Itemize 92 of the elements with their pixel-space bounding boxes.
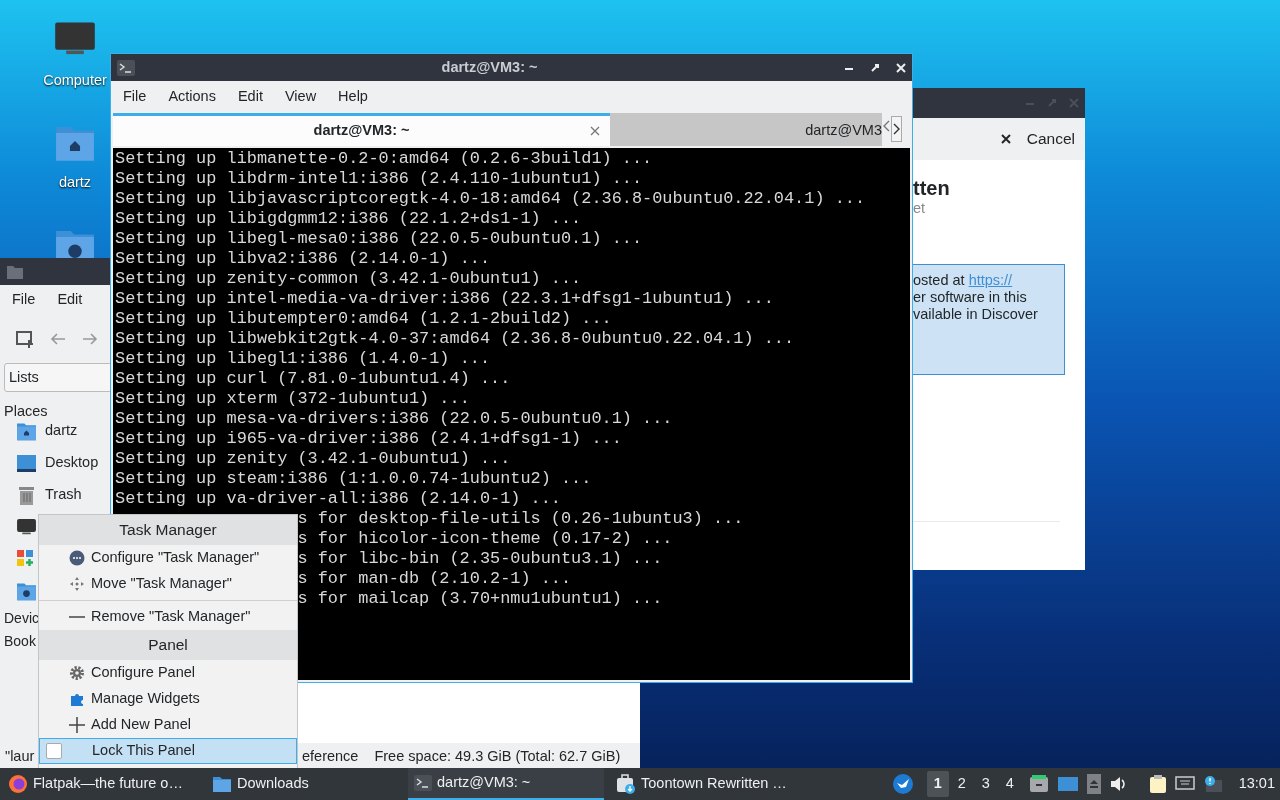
plus-icon (69, 717, 85, 733)
taskbar-task[interactable]: dartz@VM3: ~ (408, 768, 604, 800)
terminal-icon (117, 59, 135, 76)
status-text: eference (302, 746, 359, 766)
place-item[interactable]: Desktop (45, 452, 99, 474)
menu-item[interactable]: Configure "Task Manager" (39, 545, 297, 571)
screen-icon[interactable] (1056, 775, 1079, 793)
menu-item[interactable]: Manage Widgets (39, 686, 297, 712)
terminal-icon (414, 775, 432, 791)
terminal-line: Setting up libdrm-intel1:i386 (2.4.110-1ubuntu1) ... (115, 169, 644, 189)
move-icon (69, 576, 85, 592)
menu-item[interactable]: File (112, 86, 158, 108)
workspace-button[interactable]: 1 (926, 771, 949, 797)
workspace-button[interactable]: 2 (950, 771, 973, 797)
package-download-icon (616, 774, 636, 794)
terminal-line: Setting up va-driver-all:i386 (2.14.0-1) ... (115, 489, 562, 509)
terminal-line: Setting up libigdgmm12:i386 (22.1.2+ds1-1) ... (115, 209, 583, 229)
terminal-line: s for libc-bin (2.35-0ubuntu3.1) ... (297, 549, 663, 569)
archive-icon[interactable] (1028, 774, 1049, 794)
folder-icon (212, 775, 232, 793)
section-heading: Book (4, 632, 36, 651)
terminal-line: Setting up zenity-common (3.42.1-0ubuntu1) ... (115, 269, 583, 289)
terminal-line: Setting up libutempter0:amd64 (1.2.1-2build2) ... (115, 309, 613, 329)
desktop-icon (16, 452, 37, 474)
menu-item[interactable]: Remove "Task Manager" (39, 604, 297, 630)
workspace-button[interactable]: 3 (974, 771, 997, 797)
terminal-line: s for desktop-file-utils (0.26-1ubuntu3) ... (297, 509, 744, 529)
terminal-line: Setting up mesa-va-drivers:i386 (22.0.5-0ubuntu0.1) ... (115, 409, 674, 429)
checkbox[interactable] (46, 743, 62, 759)
terminal-line: Setting up libmanette-0.2-0:amd64 (0.2.6-3build1) ... (115, 149, 654, 169)
taskbar-task[interactable]: Flatpak—the future o… (2, 768, 202, 800)
menu-section-heading: Panel (39, 630, 297, 660)
info-text: osted at (913, 272, 966, 288)
app-title: tten (913, 176, 951, 200)
window-title: dartz@VM3: ~ (441, 57, 538, 77)
terminal-line: Setting up intel-media-va-driver:i386 (22.3.1+dfsg1-1ubuntu1) ... (115, 289, 775, 309)
terminal-line: s for man-db (2.10.2-1) ... (297, 569, 572, 589)
settings-icon (69, 550, 85, 566)
taskbar-task[interactable]: Toontown Rewritten … (610, 768, 800, 800)
terminal-tab[interactable]: dartz@VM3: ~ (113, 113, 610, 146)
menu-item[interactable]: Move "Task Manager" (39, 571, 297, 597)
eject-icon[interactable] (1086, 774, 1101, 794)
status-text: "laur (5, 747, 35, 764)
terminal-line: Setting up libva2:i386 (2.14.0-1) ... (115, 249, 492, 269)
browser-icon (8, 774, 28, 794)
app-subtitle: et (913, 200, 927, 217)
speaker-icon[interactable] (1108, 775, 1127, 793)
network-icon[interactable] (1174, 775, 1195, 793)
terminal-line: Setting up curl (7.81.0-1ubuntu1.4) ... (115, 369, 512, 389)
folder-icon (6, 263, 24, 280)
terminal-line: s for mailcap (3.70+nmu1ubuntu1) ... (297, 589, 663, 609)
menu-section-heading: Task Manager (39, 515, 297, 545)
menu-item[interactable]: Lock This Panel (39, 738, 297, 764)
terminal-line: Setting up zenity (3.42.1-0ubuntu1) ... (115, 449, 512, 469)
taskbar-task[interactable]: Downloads (206, 768, 312, 800)
close-icon (1000, 134, 1011, 144)
puzzle-piece-icon (69, 691, 85, 707)
terminal-line: Setting up i965-va-driver:i386 (2.4.1+dfsg1-1) ... (115, 429, 623, 449)
menu-item[interactable]: Edit (46, 289, 94, 311)
status-text: Free space: 49.3 GiB (Total: 62.7 GiB) (374, 746, 621, 766)
side-pane-dropdown[interactable]: Lists (4, 363, 112, 392)
terminal-line: Setting up xterm (372-1ubuntu1) ... (115, 389, 471, 409)
terminal-line: Setting up steam:i386 (1:1.0.0.74-1ubuntu2) ... (115, 469, 593, 489)
menu-item[interactable]: Add New Panel (39, 712, 297, 738)
trash-icon (16, 484, 37, 506)
place-item[interactable]: Trash (45, 484, 82, 506)
minus-icon (69, 616, 85, 618)
menu-item[interactable]: File (1, 289, 47, 311)
clipboard-icon[interactable] (1148, 774, 1167, 794)
settings-icon (69, 665, 85, 681)
menu-item[interactable]: View (273, 86, 328, 108)
terminal-line: Setting up libegl-mesa0:i386 (22.0.5-0ubuntu0.1) ... (115, 229, 644, 249)
menu-item[interactable]: Configure Panel (39, 660, 297, 686)
menu-item[interactable]: Edit (226, 86, 274, 108)
terminal-tab[interactable]: dartz@VM3 (610, 113, 882, 146)
scroll-right-icon[interactable] (891, 116, 902, 142)
section-heading: Devic (4, 609, 39, 628)
workspace-button[interactable]: 4 (998, 771, 1021, 797)
clock[interactable]: 13:01 (1238, 773, 1275, 795)
menu-item[interactable]: Actions (157, 86, 227, 108)
desktop-icon-label[interactable]: dartz (58, 172, 92, 194)
terminal-line: Setting up libegl1:i386 (1.4.0-1) ... (115, 349, 492, 369)
terminal-line: Setting up libjavascriptcoregtk-4.0-18:amd64 (2.36.8-0ubuntu0.22.04.1) ... (115, 189, 867, 209)
notification-icon[interactable] (1202, 775, 1223, 793)
section-heading: Places (4, 402, 49, 419)
new-tab-icon[interactable] (16, 330, 34, 348)
info-text: vailable in Discover (913, 306, 1039, 323)
place-item[interactable]: dartz (45, 420, 78, 442)
terminal-line: Setting up libwebkit2gtk-4.0-37:amd64 (2.36.8-0ubuntu0.22.04.1) ... (115, 329, 796, 349)
terminal-line: s for hicolor-icon-theme (0.17-2) ... (297, 529, 673, 549)
info-text: er software in this (913, 289, 1028, 306)
menu-item[interactable]: Help (327, 86, 379, 108)
